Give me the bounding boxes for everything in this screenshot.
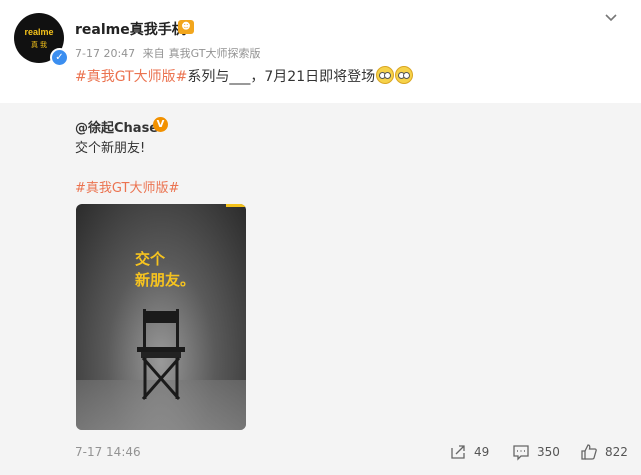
emoji-icon bbox=[376, 66, 395, 84]
repost-time[interactable]: 7-17 14:46 bbox=[75, 445, 141, 459]
comment-count: 350 bbox=[537, 445, 560, 459]
post-text-rest: 系列与___，7月21日即将登场 bbox=[187, 69, 376, 85]
username[interactable]: realme真我手机 bbox=[75, 19, 186, 39]
post-meta: 7-17 20:47 来自 真我GT大师探索版 bbox=[75, 45, 265, 61]
post-time[interactable]: 7-17 20:47 bbox=[75, 47, 135, 60]
poster-accent bbox=[226, 204, 246, 207]
like-count: 822 bbox=[605, 445, 628, 459]
poster-slogan: 交个 新朋友。 bbox=[135, 249, 195, 291]
like-icon bbox=[581, 444, 597, 460]
poster-line-1: 交个 bbox=[135, 250, 166, 268]
share-count: 49 bbox=[474, 445, 490, 459]
comment-button[interactable]: 350 bbox=[512, 442, 560, 462]
post-text: #真我GT大师版#系列与___，7月21日即将登场 bbox=[75, 66, 414, 86]
emoji-icon bbox=[395, 66, 414, 84]
poster-image[interactable]: 交个 新朋友。 bbox=[76, 204, 246, 430]
source-prefix: 来自 bbox=[142, 47, 165, 60]
avatar-brand: realme bbox=[24, 27, 54, 37]
repost-card: @徐起Chase V 交个新朋友! #真我GT大师版# 交个 新朋友。 7-17… bbox=[0, 103, 641, 475]
repost-hashtag[interactable]: #真我GT大师版# bbox=[75, 177, 179, 196]
chevron-down-icon[interactable] bbox=[603, 10, 619, 26]
member-badge-icon: ☻ bbox=[178, 20, 194, 34]
share-button[interactable]: 49 bbox=[449, 442, 489, 462]
poster-line-2: 新朋友。 bbox=[135, 271, 196, 289]
repost-author[interactable]: @徐起Chase bbox=[75, 117, 158, 136]
director-chair-icon bbox=[137, 309, 185, 400]
post-header: realme 真 我 ✓ realme真我手机 ☻ 7-17 20:47 来自真… bbox=[0, 0, 641, 103]
comment-icon bbox=[513, 445, 529, 461]
verified-icon: ✓ bbox=[50, 48, 69, 67]
like-button[interactable]: 822 bbox=[580, 442, 628, 462]
repost-text: 交个新朋友! bbox=[75, 141, 146, 156]
post-hashtag[interactable]: #真我GT大师版# bbox=[75, 69, 187, 85]
post-source[interactable]: 真我GT大师探索版 bbox=[169, 47, 261, 60]
share-icon bbox=[451, 445, 465, 459]
verified-icon: V bbox=[153, 117, 168, 132]
